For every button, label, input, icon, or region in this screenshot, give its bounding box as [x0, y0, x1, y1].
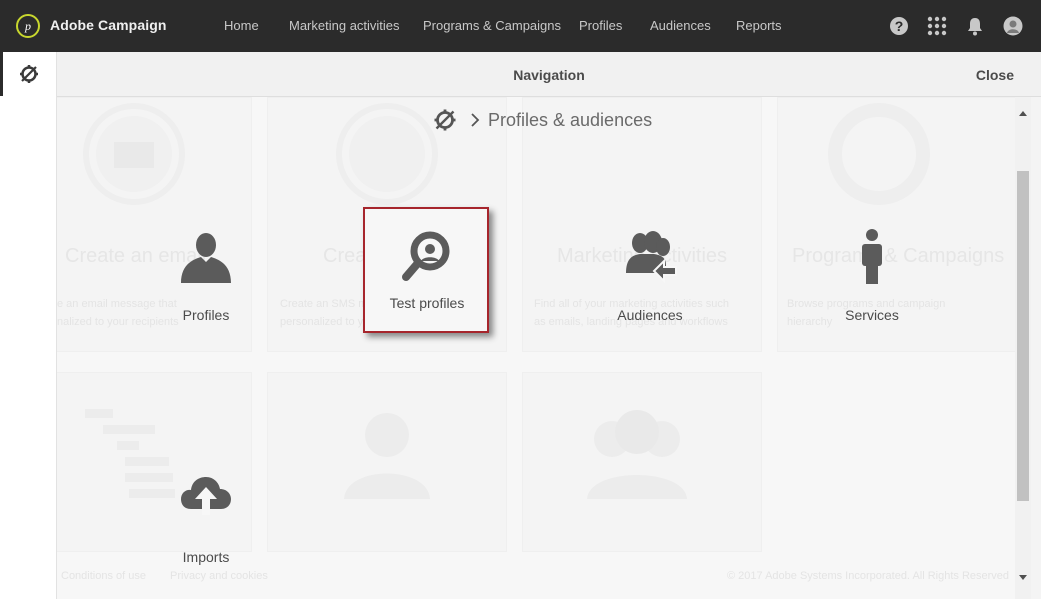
explorer-icon[interactable] [432, 107, 458, 133]
logo-letter: p [25, 18, 31, 33]
tile-imports[interactable]: Imports [144, 451, 268, 575]
nav-reports[interactable]: Reports [736, 18, 782, 33]
cloud-upload-icon [181, 477, 231, 515]
adobe-campaign-logo[interactable]: p [16, 14, 40, 38]
nav-audiences[interactable]: Audiences [650, 18, 711, 33]
panel-title: Navigation [513, 67, 585, 83]
left-rail [0, 52, 57, 599]
footer-conditions-link: Conditions of use [61, 570, 146, 582]
scrollbar-thumb[interactable] [1017, 171, 1029, 501]
tile-label: Profiles [182, 307, 230, 323]
audience-watermark-icon [587, 410, 687, 499]
nav-profiles[interactable]: Profiles [579, 18, 622, 33]
search-magnifier-icon [402, 231, 450, 281]
campaign-watermark-icon [828, 103, 930, 205]
vertical-scrollbar[interactable] [1015, 97, 1031, 599]
breadcrumb: Profiles & audiences [432, 107, 652, 133]
tile-label: Test profiles [389, 295, 465, 311]
tile-label: Audiences [617, 307, 683, 323]
audiences-icon [626, 231, 677, 284]
email-watermark-icon [83, 103, 185, 205]
user-avatar-icon[interactable] [1003, 16, 1023, 36]
help-icon[interactable]: ? [889, 16, 909, 36]
panel-header: Navigation Close [57, 52, 1041, 97]
tile-profiles[interactable]: Profiles [144, 209, 268, 333]
explorer-icon[interactable] [18, 63, 40, 85]
footer-copyright: © 2017 Adobe Systems Incorporated. All R… [727, 570, 1010, 582]
tile-services[interactable]: Services [810, 209, 934, 333]
scroll-down-arrow-icon[interactable] [1019, 575, 1027, 580]
navigation-panel: Navigation Close Create an email Create … [57, 52, 1041, 599]
scroll-up-arrow-icon[interactable] [1019, 111, 1027, 116]
nav-programs-campaigns[interactable]: Programs & Campaigns [423, 18, 561, 33]
person-icon [181, 233, 231, 283]
brand-name[interactable]: Adobe Campaign [50, 17, 167, 33]
apps-grid-icon[interactable] [927, 16, 947, 36]
nav-marketing-activities[interactable]: Marketing activities [289, 18, 400, 33]
tile-test-profiles[interactable]: Test profiles [363, 207, 489, 333]
panel-body: Create an email Create an SMS Marketing … [57, 97, 1015, 599]
notification-bell-icon[interactable] [965, 16, 985, 36]
sms-watermark-icon [336, 103, 438, 205]
chevron-right-icon [471, 113, 480, 127]
service-person-icon [862, 229, 882, 284]
nav-home[interactable]: Home [224, 18, 259, 33]
top-bar: p Adobe Campaign Home Marketing activiti… [0, 0, 1041, 52]
close-button[interactable]: Close [976, 67, 1014, 83]
profile-watermark-icon [344, 413, 430, 499]
tile-label: Imports [182, 549, 230, 565]
rail-active-indicator [0, 52, 3, 96]
tile-audiences[interactable]: Audiences [588, 209, 712, 333]
svg-text:?: ? [895, 18, 904, 34]
breadcrumb-current: Profiles & audiences [488, 109, 653, 130]
tile-label: Services [845, 307, 899, 323]
